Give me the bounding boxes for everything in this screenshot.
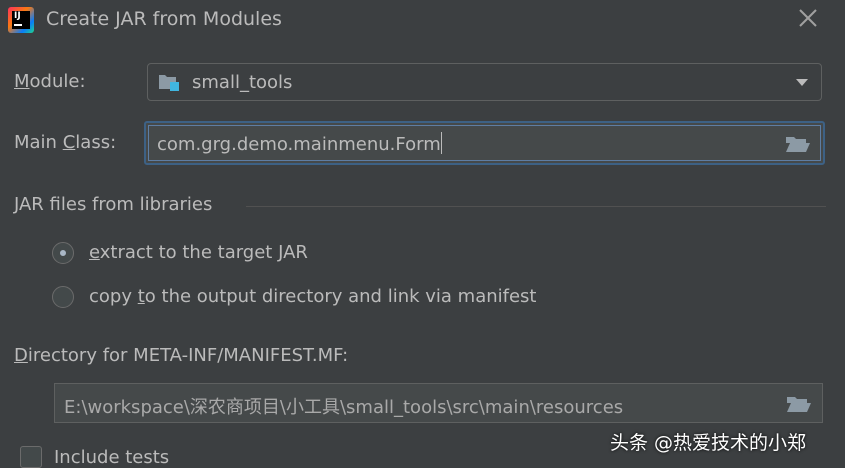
module-folder-icon — [159, 75, 179, 91]
main-class-label: Main Class: — [14, 132, 117, 153]
include-tests-label[interactable]: Include tests — [54, 447, 169, 468]
extract-radio-label[interactable]: extract to the target JAR — [89, 242, 308, 263]
manifest-directory-value[interactable]: E:\workspace\深农商项目\小工具\small_tools\src\m… — [64, 393, 623, 419]
module-label: Module: — [14, 71, 86, 92]
jar-libraries-section-title: JAR files from libraries — [14, 194, 213, 215]
manifest-directory-label: Directory for META-INF/MANIFEST.MF: — [14, 345, 349, 366]
app-icon-label: IJ — [14, 11, 21, 21]
module-combobox[interactable]: small_tools — [147, 63, 822, 101]
manifest-directory-field[interactable]: E:\workspace\深农商项目\小工具\small_tools\src\m… — [54, 383, 823, 423]
dialog-title: Create JAR from Modules — [46, 8, 282, 30]
close-icon[interactable] — [796, 6, 820, 30]
browse-folder-icon[interactable] — [786, 394, 812, 414]
section-separator — [246, 206, 826, 207]
intellij-app-icon: IJ — [8, 7, 34, 33]
extract-radio[interactable] — [52, 242, 74, 264]
copy-radio[interactable] — [52, 286, 74, 308]
chevron-down-icon[interactable] — [795, 78, 809, 88]
include-tests-checkbox[interactable] — [20, 446, 42, 468]
module-label-mnemonic: M — [14, 71, 30, 92]
module-value: small_tools — [192, 72, 293, 93]
copy-radio-label[interactable]: copy to the output directory and link vi… — [89, 286, 536, 307]
main-class-input-text[interactable]: com.grg.demo.mainmenu.Form — [157, 132, 442, 155]
main-class-label-mnemonic: C — [62, 132, 76, 153]
main-class-field[interactable]: com.grg.demo.mainmenu.Form — [144, 121, 825, 165]
watermark-text: 头条 @热爱技术的小郑 — [610, 432, 807, 454]
browse-folder-icon[interactable] — [785, 134, 811, 154]
text-caret — [440, 132, 442, 154]
